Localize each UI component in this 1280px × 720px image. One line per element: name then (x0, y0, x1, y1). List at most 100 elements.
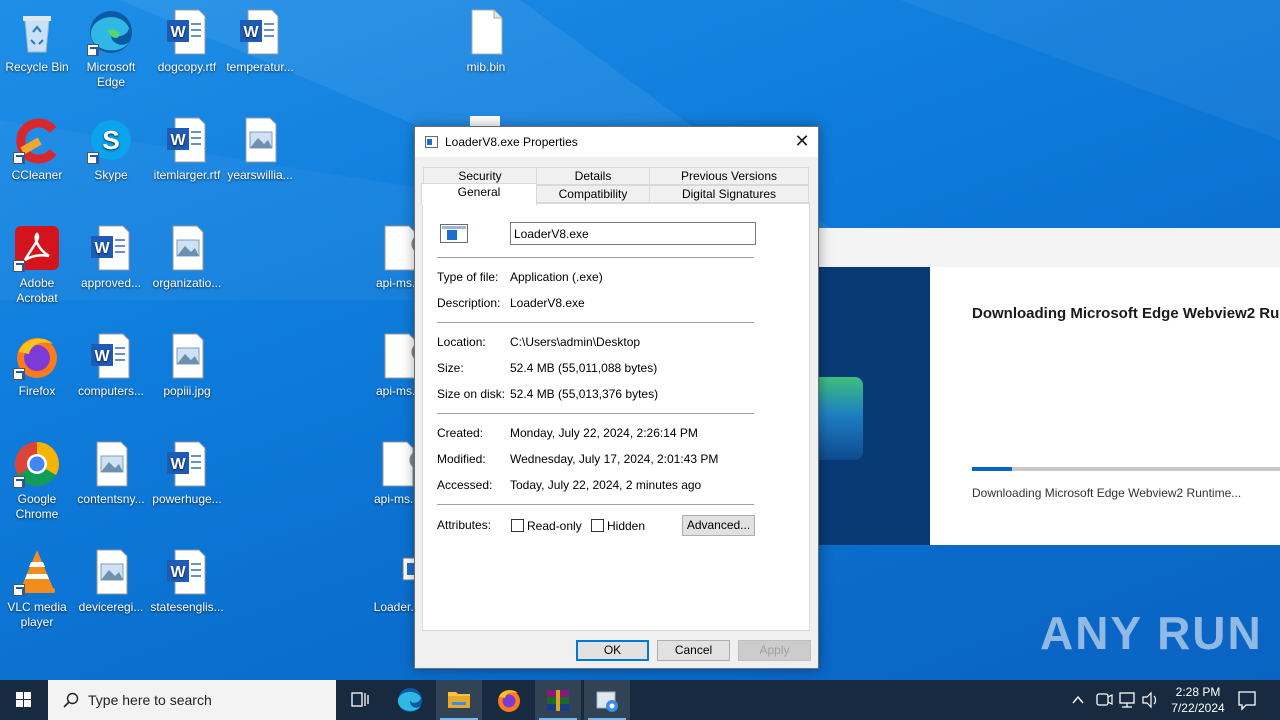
search-icon (63, 692, 79, 708)
description-label: Description: (437, 296, 501, 310)
desktop-icon-label: VLC media player (7, 600, 67, 629)
svg-text:W: W (94, 348, 110, 365)
taskbar-search-box[interactable]: Type here to search (48, 680, 336, 720)
size-on-disk-value: 52.4 MB (55,013,376 bytes) (510, 387, 659, 401)
size-on-disk-label: Size on disk: (437, 387, 506, 401)
desktop-icon-label: Skype (94, 168, 128, 182)
vlc-icon (13, 548, 61, 596)
meet-now-icon[interactable] (1094, 680, 1114, 720)
desktop-icon-label: powerhuge... (152, 492, 222, 506)
desktop-icon-approved[interactable]: W approved... (73, 224, 149, 291)
desktop-icon-deviceregi[interactable]: deviceregi... (73, 548, 149, 615)
desktop-icon-google-chrome[interactable]: Google Chrome (0, 440, 75, 522)
desktop-icon-statesenglis[interactable]: W statesenglis... (149, 548, 225, 615)
tab-general[interactable]: General (421, 183, 537, 205)
installer-progress-bar (972, 467, 1280, 471)
shortcut-arrow-icon (13, 584, 25, 596)
task-view-button[interactable] (337, 680, 383, 720)
start-button[interactable] (0, 680, 48, 720)
desktop-icon-temperatur[interactable]: W temperatur... (222, 8, 298, 75)
anyrun-watermark: ANY RUN (1040, 607, 1263, 659)
desktop-icon-organizatio[interactable]: organizatio... (149, 224, 225, 291)
ok-button[interactable]: OK (576, 640, 649, 661)
word-doc-icon: W (163, 116, 211, 164)
edge-icon (87, 8, 135, 56)
network-icon[interactable] (1117, 680, 1137, 720)
tab-digital-signatures[interactable]: Digital Signatures (649, 185, 809, 203)
desktop-icon-label: deviceregi... (78, 600, 144, 614)
desktop-icon-label: yearswillia... (227, 168, 293, 182)
readonly-checkbox[interactable] (511, 519, 524, 532)
task-view-icon (351, 692, 369, 707)
volume-icon[interactable] (1140, 680, 1160, 720)
desktop-icon-itemlarger[interactable]: W itemlarger.rtf (149, 116, 225, 183)
desktop-icon-firefox[interactable]: Firefox (0, 332, 75, 399)
description-value: LoaderV8.exe (510, 296, 585, 310)
desktop-icon-popiii[interactable]: popiii.jpg (149, 332, 225, 399)
chevron-up-icon[interactable] (1068, 680, 1088, 720)
desktop-icon-yearswillia[interactable]: yearswillia... (222, 116, 298, 183)
apply-button[interactable]: Apply (738, 640, 811, 661)
taskbar-edge[interactable] (387, 680, 433, 720)
windows-logo-icon (16, 692, 31, 707)
type-label: Type of file: (437, 270, 499, 284)
dialog-titlebar[interactable]: LoaderV8.exe Properties ✕ (415, 127, 818, 157)
separator (437, 322, 754, 323)
taskbar-winrar[interactable] (535, 680, 581, 720)
location-value: C:\Users\admin\Desktop (510, 335, 641, 349)
desktop-icon-label: Firefox (18, 384, 56, 398)
advanced-button[interactable]: Advanced... (682, 515, 755, 536)
notification-icon[interactable] (1236, 680, 1258, 720)
folder-icon (448, 692, 470, 708)
desktop-icon-contentsny[interactable]: contentsny... (73, 440, 149, 507)
created-value: Monday, July 22, 2024, 2:26:14 PM (510, 426, 698, 440)
desktop-icon-mib-bin[interactable]: mib.bin (448, 8, 524, 75)
modified-label: Modified: (437, 452, 486, 466)
taskbar-firefox[interactable] (486, 680, 532, 720)
hidden-label[interactable]: Hidden (607, 519, 645, 533)
attributes-label: Attributes: (437, 518, 492, 532)
tab-previous-versions[interactable]: Previous Versions (649, 167, 809, 185)
general-tab-panel: Type of file: Application (.exe) Descrip… (422, 203, 810, 631)
desktop-icon-dogcopy[interactable]: W dogcopy.rtf (149, 8, 225, 75)
tab-details[interactable]: Details (536, 167, 650, 185)
desktop-icon-vlc[interactable]: VLC media player (0, 548, 75, 630)
desktop-icon-ccleaner[interactable]: CCleaner (0, 116, 75, 183)
edge-webview-logo-icon (818, 377, 863, 460)
size-label: Size: (437, 361, 464, 375)
desktop-icon-label: CCleaner (11, 168, 63, 182)
taskbar-installer[interactable] (584, 680, 630, 720)
desktop-icon-label: dogcopy.rtf (157, 60, 217, 74)
acrobat-icon (13, 224, 61, 272)
accessed-label: Accessed: (437, 478, 493, 492)
accessed-value: Today, July 22, 2024, 2 minutes ago (510, 478, 702, 492)
tab-compatibility[interactable]: Compatibility (536, 185, 650, 203)
desktop-icon-recycle-bin[interactable]: Recycle Bin (0, 8, 75, 75)
taskbar-file-explorer[interactable] (436, 680, 482, 720)
modified-value: Wednesday, July 17, 2024, 2:01:43 PM (510, 452, 719, 466)
hidden-checkbox[interactable] (591, 519, 604, 532)
cancel-button[interactable]: Cancel (657, 640, 730, 661)
close-button[interactable]: ✕ (786, 127, 818, 157)
desktop-icon-skype[interactable]: S Skype (73, 116, 149, 183)
desktop-icon-label: contentsny... (77, 492, 145, 506)
svg-text:W: W (170, 24, 186, 41)
taskbar: Type here to search 2:28 PM 7/22/2024 (0, 680, 1280, 720)
word-doc-icon: W (87, 332, 135, 380)
desktop-icon-adobe-acrobat[interactable]: Adobe Acrobat (0, 224, 75, 306)
desktop-icon-label: mib.bin (466, 60, 506, 74)
word-doc-icon: W (163, 440, 211, 488)
readonly-label[interactable]: Read-only (527, 519, 582, 533)
taskbar-clock[interactable]: 2:28 PM 7/22/2024 (1160, 684, 1236, 716)
desktop-icon-label: itemlarger.rtf (153, 168, 221, 182)
properties-dialog: LoaderV8.exe Properties ✕ Security Detai… (414, 126, 819, 669)
desktop-icon-computers[interactable]: W computers... (73, 332, 149, 399)
desktop-icon-label: approved... (80, 276, 142, 290)
clock-date: 7/22/2024 (1171, 701, 1225, 715)
installer-icon (596, 691, 618, 712)
ccleaner-icon (13, 116, 61, 164)
desktop-icon-microsoft-edge[interactable]: Microsoft Edge (73, 8, 149, 90)
desktop-icon-powerhuge[interactable]: W powerhuge... (149, 440, 225, 507)
svg-text:S: S (102, 125, 119, 155)
filename-field[interactable] (510, 222, 756, 245)
